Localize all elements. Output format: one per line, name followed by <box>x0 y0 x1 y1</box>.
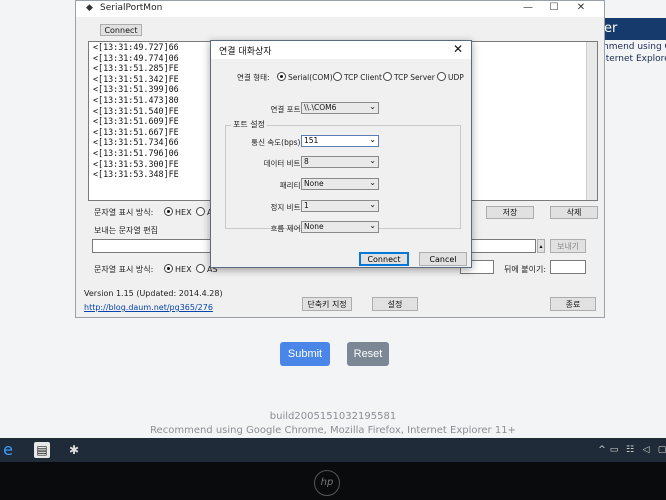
app-title: SerialPortMon <box>100 3 163 13</box>
gear-icon[interactable]: ✱ <box>66 442 82 458</box>
hex-radio-2[interactable]: HEX <box>164 264 192 274</box>
conn-type-tcp-client[interactable]: TCP Client <box>333 72 382 82</box>
conn-type-serial[interactable]: Serial(COM) <box>277 72 333 82</box>
submit-button[interactable]: Submit <box>280 342 330 366</box>
databits-select[interactable]: 8 ⌄ <box>301 156 379 168</box>
dialog-cancel-button[interactable]: Cancel <box>419 252 467 266</box>
browser-recommend-text: Recommend using Google Chrome, Mozilla F… <box>150 425 516 436</box>
blog-link[interactable]: http://blog.daum.net/pg365/276 <box>84 303 213 312</box>
edge-icon[interactable]: e <box>0 442 16 458</box>
chevron-down-icon: ⌄ <box>369 178 376 187</box>
stopbits-label: 정지 비트: <box>270 203 303 212</box>
baud-input[interactable]: 151 ⌄ <box>301 135 379 147</box>
settings-button[interactable]: 설정 <box>372 297 418 311</box>
save-button[interactable]: 저장 <box>486 206 534 219</box>
shortcut-button[interactable]: 단축키 지정 <box>302 297 352 311</box>
radio-icon <box>277 72 286 81</box>
radio-icon <box>164 207 173 216</box>
app-connect-button[interactable]: Connect <box>100 24 142 36</box>
volume-icon[interactable]: ◁ <box>638 442 654 458</box>
parity-value: None <box>304 179 324 188</box>
dialog-title: 연결 대화상자 <box>219 47 272 57</box>
hex-label-2: HEX <box>175 265 192 274</box>
parity-label: 패리티: <box>279 181 303 190</box>
log-scrollbar[interactable] <box>586 42 597 200</box>
app-titlebar: ◆ SerialPortMon — ☐ ✕ <box>76 1 604 17</box>
version-text: Version 1.15 (Updated: 2014.4.28) <box>84 289 223 298</box>
send-spinner[interactable]: ▴ <box>537 239 545 253</box>
screen: er mmend using Goo nternet Explore Submi… <box>0 0 666 438</box>
app-icon: ◆ <box>86 3 93 13</box>
stopbits-select[interactable]: 1 ⌄ <box>301 200 379 212</box>
append-label: 뒤에 붙이기: <box>504 265 547 274</box>
dialog-connect-button[interactable]: Connect <box>359 252 409 266</box>
conn-state-label: 연결 형태: <box>237 73 270 82</box>
baud-value: 151 <box>304 136 319 145</box>
display-mode-label-2: 문자열 표시 방식: <box>94 265 154 274</box>
right-window-title: er <box>600 18 666 40</box>
port-settings-label: 포트 설정 <box>231 119 267 130</box>
flow-label: 흐름 제어: <box>270 224 303 233</box>
build-text: build2005151032195581 <box>269 411 397 422</box>
databits-label: 데이터 비트: <box>263 159 303 168</box>
send-edit-label: 보내는 문자열 편집 <box>94 226 158 235</box>
battery-icon[interactable]: ▭ <box>606 442 622 458</box>
right-window-line1: mmend using Goo <box>600 42 666 52</box>
connection-dialog: 연결 대화상자 ✕ 연결 형태: Serial(COM) TCP Client … <box>210 40 472 268</box>
databits-value: 8 <box>304 157 309 166</box>
app-window-icon[interactable]: ▤ <box>34 442 50 458</box>
flow-value: None <box>304 222 324 231</box>
exit-button[interactable]: 종료 <box>550 297 596 311</box>
conn-type-tcp-server[interactable]: TCP Server <box>383 72 435 82</box>
chevron-down-icon: ⌄ <box>369 156 376 165</box>
conn-port-select[interactable]: \\.\COM6 ⌄ <box>301 102 379 114</box>
chevron-down-icon: ⌄ <box>369 221 376 230</box>
close-icon[interactable]: ✕ <box>573 2 589 13</box>
chevron-down-icon: ⌄ <box>369 135 376 144</box>
maximize-icon[interactable]: ☐ <box>546 2 562 13</box>
taskbar: e ▤ ✱ ^ ▭ ☷ ◁ ▢ <box>0 438 666 462</box>
chevron-down-icon: ⌄ <box>369 102 376 111</box>
conn-port-value: \\.\COM6 <box>304 103 337 112</box>
append-input[interactable] <box>550 260 586 274</box>
notification-icon[interactable]: ▢ <box>654 442 666 458</box>
baud-label: 통신 속도(bps): <box>251 138 303 147</box>
delete-button[interactable]: 삭제 <box>550 206 598 219</box>
dialog-titlebar: 연결 대화상자 ✕ <box>211 41 471 59</box>
conn-type-tcp-server-label: TCP Server <box>394 73 435 82</box>
send-button[interactable]: 보내기 <box>550 239 586 253</box>
parity-select[interactable]: None ⌄ <box>301 178 379 190</box>
hp-logo: hp <box>314 470 340 496</box>
reset-button[interactable]: Reset <box>347 342 389 366</box>
dialog-close-icon[interactable]: ✕ <box>453 42 463 56</box>
conn-type-udp-label: UDP <box>448 73 464 82</box>
conn-port-label: 연결 포트: <box>270 105 303 114</box>
chevron-down-icon: ⌄ <box>369 200 376 209</box>
display-mode-label: 문자열 표시 방식: <box>94 208 154 217</box>
minimize-icon[interactable]: — <box>520 2 536 13</box>
radio-icon <box>437 72 446 81</box>
radio-icon <box>196 207 205 216</box>
radio-icon <box>196 264 205 273</box>
network-icon[interactable]: ☷ <box>622 442 638 458</box>
radio-icon <box>383 72 392 81</box>
hex-radio[interactable]: HEX <box>164 207 192 217</box>
conn-type-serial-label: Serial(COM) <box>288 73 333 82</box>
flow-select[interactable]: None ⌄ <box>301 221 379 233</box>
conn-type-tcp-client-label: TCP Client <box>344 73 382 82</box>
conn-type-udp[interactable]: UDP <box>437 72 464 82</box>
right-window-line2: nternet Explore <box>600 54 666 64</box>
hex-label: HEX <box>175 208 192 217</box>
radio-icon <box>164 264 173 273</box>
stopbits-value: 1 <box>304 201 309 210</box>
radio-icon <box>333 72 342 81</box>
